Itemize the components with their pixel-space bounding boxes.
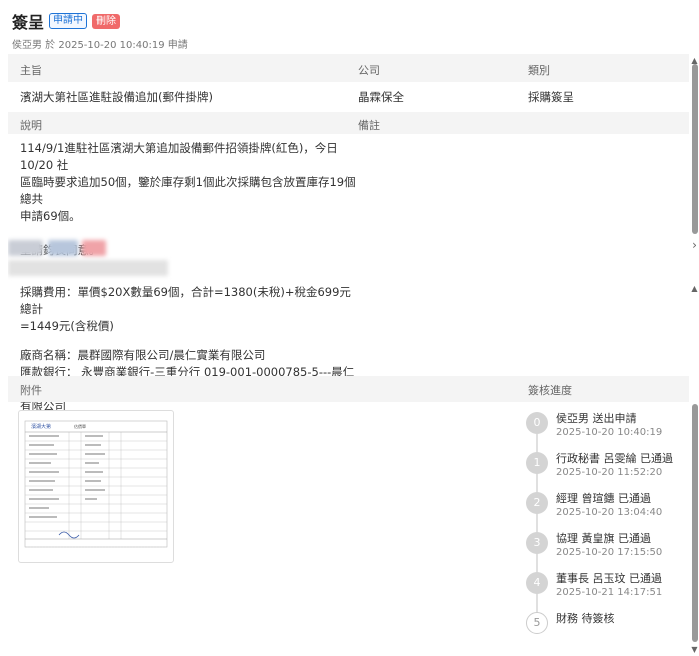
step-number-badge: 5 <box>526 612 548 634</box>
step-number-badge: 4 <box>526 572 548 594</box>
step-time: 2025-10-20 11:52:20 <box>556 467 663 478</box>
category-header: 類別 <box>528 64 550 77</box>
upper-scrollbar-thumb[interactable] <box>692 64 698 234</box>
description-header: 說明 <box>20 119 42 132</box>
step-number-badge: 0 <box>526 412 548 434</box>
description-header-row: 說明 備註 <box>8 112 689 134</box>
description-line: 區臨時要求追加50個，鑒於庫存剩1個此次採購包含放置庫存19個總共 <box>20 175 356 206</box>
attachments-header-row: 附件 簽核進度 <box>8 376 689 402</box>
timeline-step: 3 協理 黃皇旗 已通過 2025-10-20 17:15:50 <box>526 530 686 570</box>
description-line: 114/9/1進駐社區濱湖大第追加設備郵件招領掛牌(紅色)，今日10/20 社 <box>20 141 338 172</box>
company-header: 公司 <box>358 64 380 77</box>
attachments-header: 附件 <box>20 384 42 397</box>
subject-value: 濱湖大第社區進駐設備追加(郵件掛牌) <box>20 90 213 104</box>
scroll-up-arrow-icon[interactable]: ▲ <box>690 284 699 293</box>
step-time: 2025-10-20 13:04:40 <box>556 507 663 518</box>
scroll-down-arrow-icon[interactable]: ▼ <box>690 645 699 654</box>
applicant-meta: 侯亞男 於 2025-10-20 10:40:19 申請 <box>12 40 188 51</box>
company-value: 晶霖保全 <box>358 90 404 104</box>
attachment-thumbnail[interactable]: 濱湖大第 估價單 <box>18 410 174 563</box>
step-number-badge: 1 <box>526 452 548 474</box>
timeline-step: 2 經理 曾瑄鏸 已通過 2025-10-20 13:04:40 <box>526 490 686 530</box>
svg-text:濱湖大第: 濱湖大第 <box>31 423 51 430</box>
step-number-badge: 3 <box>526 532 548 554</box>
close-icon[interactable]: › <box>690 238 699 252</box>
step-time: 2025-10-21 14:17:51 <box>556 587 663 598</box>
subject-row: 濱湖大第社區進駐設備追加(郵件掛牌) 晶霖保全 採購簽呈 <box>8 82 689 112</box>
step-title: 董事長 呂玉玟 已通過 <box>556 572 662 585</box>
subject-header: 主旨 <box>20 64 42 77</box>
step-title: 侯亞男 送出申請 <box>556 412 637 425</box>
vendor-line: 廠商名稱：晨群國際有限公司/晨仁實業有限公司 <box>20 348 266 362</box>
page-header: 簽呈 申請中 刪除 侯亞男 於 2025-10-20 10:40:19 申請 <box>12 10 679 51</box>
remark-header: 備註 <box>358 119 380 132</box>
step-time: 2025-10-20 17:15:50 <box>556 547 663 558</box>
document-preview-icon: 濱湖大第 估價單 <box>24 420 168 548</box>
step-title: 經理 曾瑄鏸 已通過 <box>556 492 651 505</box>
cost-line: =1449元(含稅價) <box>20 319 114 333</box>
category-value: 採購簽呈 <box>528 90 574 104</box>
subject-header-row: 主旨 公司 類別 <box>8 54 689 82</box>
timeline-step: 0 侯亞男 送出申請 2025-10-20 10:40:19 <box>526 410 686 450</box>
delete-button[interactable]: 刪除 <box>92 13 121 29</box>
document-content: 主旨 公司 類別 濱湖大第社區進駐設備追加(郵件掛牌) 晶霖保全 採購簽呈 說明… <box>8 54 689 656</box>
redacted-image <box>8 236 208 276</box>
step-title: 財務 待簽核 <box>556 612 615 625</box>
description-line: 申請69個。 <box>20 209 81 223</box>
timeline-step: 4 董事長 呂玉玟 已通過 2025-10-21 14:17:51 <box>526 570 686 610</box>
step-title: 協理 黃皇旗 已通過 <box>556 532 651 545</box>
progress-header: 簽核進度 <box>528 384 572 397</box>
step-number-badge: 2 <box>526 492 548 514</box>
timeline-step: 1 行政秘書 呂雯綸 已通過 2025-10-20 11:52:20 <box>526 450 686 490</box>
step-title: 行政秘書 呂雯綸 已通過 <box>556 452 673 465</box>
lower-scrollbar-thumb[interactable] <box>692 404 698 642</box>
status-badge: 申請中 <box>49 13 88 29</box>
timeline-step: 5 財務 待簽核 <box>526 610 686 650</box>
svg-text:估價單: 估價單 <box>74 423 86 429</box>
cost-line: 採購費用：單價$20X數量69個，合計=1380(未稅)+稅金699元總計 <box>20 285 351 316</box>
step-time: 2025-10-20 10:40:19 <box>556 427 663 438</box>
page-title: 簽呈 <box>12 13 45 32</box>
